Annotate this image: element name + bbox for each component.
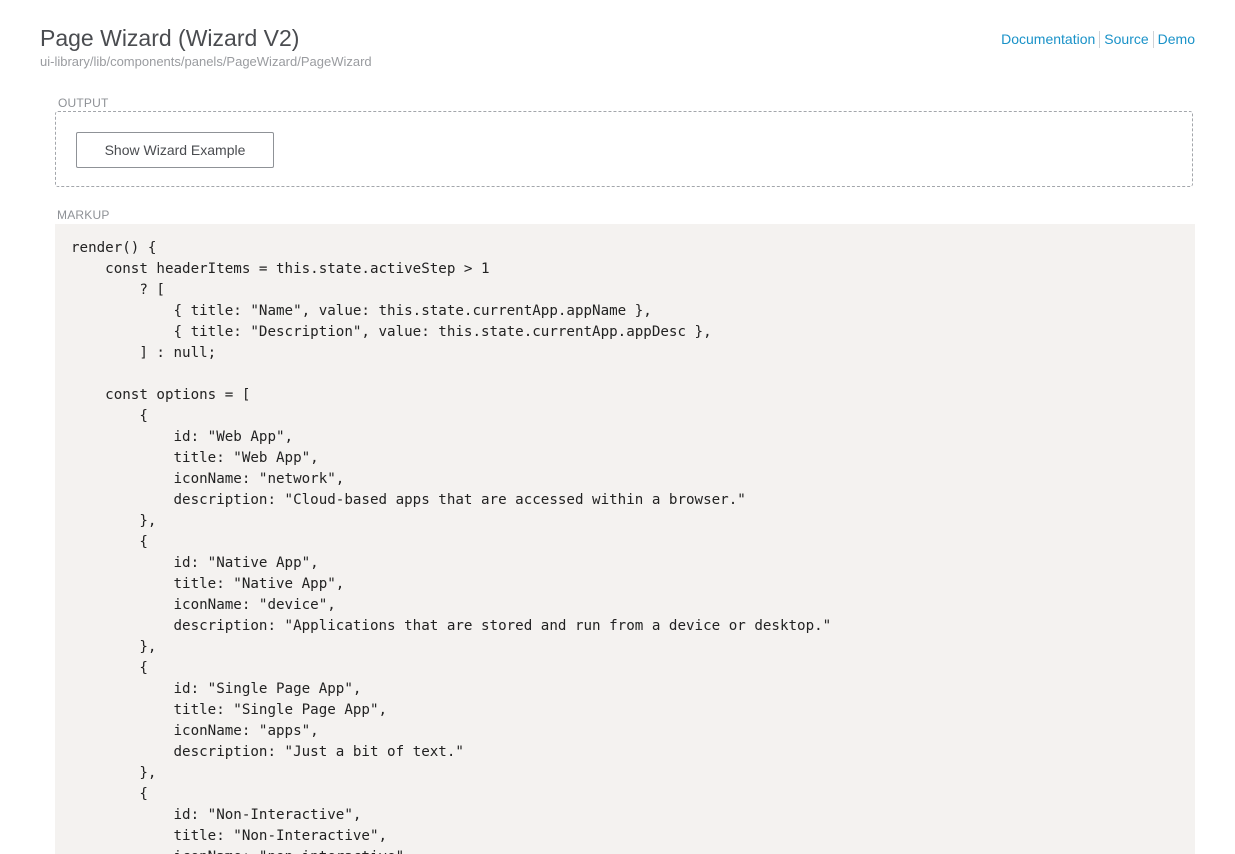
code-line: ] : null; [71,345,217,361]
code-line: }, [71,765,157,781]
code-line: { [71,408,148,424]
code-line: const options = [ [71,387,251,403]
code-line: }, [71,513,157,529]
code-line: const headerItems = this.state.activeSte… [71,261,490,277]
code-line: iconName: "network", [71,471,345,487]
code-line: render() { [71,240,157,256]
markup-section-label: MARKUP [57,208,110,222]
page: Page Wizard (Wizard V2) ui-library/lib/c… [0,0,1235,854]
code-line: id: "Native App", [71,555,319,571]
code-line: { title: "Description", value: this.stat… [71,324,712,340]
code-line: description: "Just a bit of text." [71,744,464,760]
code-line: title: "Web App", [71,450,319,466]
code-line: { [71,534,148,550]
code-line: { [71,786,148,802]
demo-link[interactable]: Demo [1158,30,1195,48]
code-line: id: "Non-Interactive", [71,807,362,823]
markup-code-panel[interactable]: render() { const headerItems = this.stat… [55,224,1195,854]
code-line: description: "Cloud-based apps that are … [71,492,746,508]
code-line: }, [71,639,157,655]
code-line: iconName: "non-interactive", [71,847,1179,854]
code-line: { [71,660,148,676]
component-path: ui-library/lib/components/panels/PageWiz… [40,54,372,69]
link-divider [1152,30,1154,48]
output-panel: Show Wizard Example [55,111,1193,187]
code-line: id: "Single Page App", [71,681,362,697]
show-wizard-example-button[interactable]: Show Wizard Example [76,132,274,168]
code-line: title: "Non-Interactive", [71,828,388,844]
code-line: { title: "Name", value: this.state.curre… [71,303,652,319]
code-line: iconName: "apps", [71,723,319,739]
code-line: ? [ [71,282,165,298]
source-link[interactable]: Source [1104,30,1148,48]
code-line: iconName: "device", [71,597,336,613]
documentation-link[interactable]: Documentation [1001,30,1095,48]
code-line: description: "Applications that are stor… [71,618,832,634]
code-line: title: "Single Page App", [71,702,388,718]
header-links: Documentation Source Demo [1001,30,1195,48]
link-divider [1099,30,1101,48]
code-block: render() { const headerItems = this.stat… [71,238,1179,854]
code-line: id: "Web App", [71,429,294,445]
output-section-label: OUTPUT [58,96,109,110]
code-line: title: "Native App", [71,576,345,592]
